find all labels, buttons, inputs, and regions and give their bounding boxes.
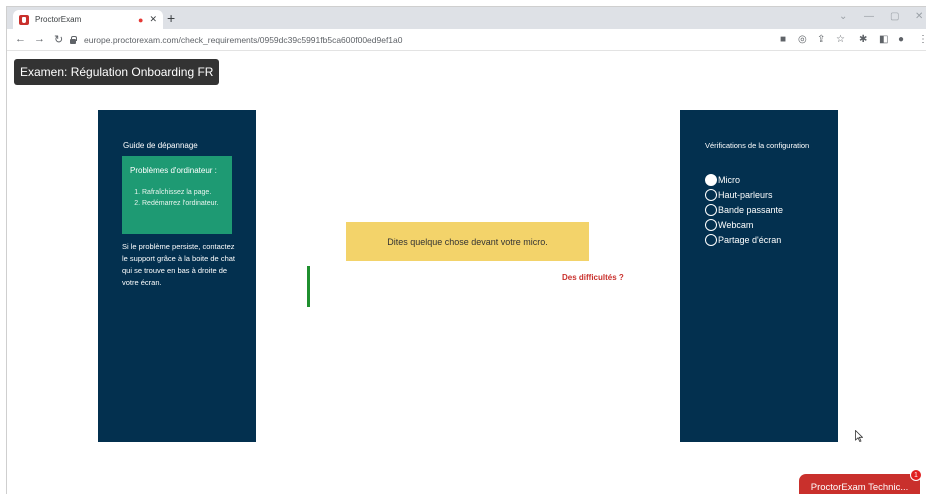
bookmark-star-icon[interactable]: ☆ <box>836 34 845 46</box>
recording-dot-icon: ● <box>138 14 144 25</box>
check-item-speakers[interactable]: Haut-parleurs <box>705 187 783 202</box>
check-item-webcam[interactable]: Webcam <box>705 217 783 232</box>
support-paragraph: Si le problème persiste, contactez le su… <box>122 242 235 287</box>
lock-icon <box>69 36 77 44</box>
extensions-icon[interactable]: ✱ <box>859 34 867 46</box>
config-checks-panel: Vérifications de la configuration Micro … <box>680 110 838 442</box>
maximize-icon[interactable]: ▢ <box>890 11 899 22</box>
mouse-cursor-icon <box>855 430 863 442</box>
check-label: Haut-parleurs <box>718 189 773 200</box>
browser-window: ProctorExam ● ✕ + ⌄ — ▢ ✕ ← → ↻ europe.p… <box>6 6 926 494</box>
proctorexam-favicon-icon <box>19 14 29 25</box>
checks-title: Vérifications de la configuration <box>705 141 810 150</box>
page-content: Examen: Régulation Onboarding FR Guide d… <box>7 51 926 494</box>
check-label: Partage d'écran <box>718 234 782 245</box>
forward-icon[interactable]: → <box>34 33 45 45</box>
radio-empty-icon <box>705 233 717 246</box>
side-panel-icon[interactable]: ◧ <box>879 34 888 46</box>
radio-empty-icon <box>705 218 717 231</box>
mic-level-bar <box>307 266 310 307</box>
browser-tab[interactable]: ProctorExam ● ✕ <box>13 10 163 29</box>
tab-title: ProctorExam <box>35 15 82 24</box>
address-bar[interactable]: europe.proctorexam.com/check_requirement… <box>69 31 775 49</box>
radio-empty-icon <box>705 188 717 201</box>
mic-prompt-box: Dites quelque chose devant votre micro. <box>346 222 589 261</box>
mic-prompt-text: Dites quelque chose devant votre micro. <box>387 236 548 247</box>
difficulties-link[interactable]: Des difficultés ? <box>562 273 624 282</box>
reload-icon[interactable]: ↻ <box>54 33 63 46</box>
check-label: Bande passante <box>718 204 784 215</box>
guide-title: Guide de dépannage <box>123 141 198 150</box>
minimize-icon[interactable]: — <box>864 11 874 22</box>
check-label: Micro <box>718 174 740 185</box>
check-item-bandwidth[interactable]: Bande passante <box>705 202 783 217</box>
url-text: europe.proctorexam.com/check_requirement… <box>84 35 403 45</box>
troubleshoot-step: Redémarrez l'ordinateur. <box>142 198 224 209</box>
close-tab-icon[interactable]: ✕ <box>149 14 157 25</box>
support-chat-button[interactable]: ProctorExam Technic... <box>799 474 920 494</box>
check-item-micro[interactable]: Micro <box>705 172 783 187</box>
new-tab-button[interactable]: + <box>167 10 175 26</box>
radio-checked-icon <box>705 173 717 186</box>
troubleshoot-steps: Rafraîchissez la page. Redémarrez l'ordi… <box>130 187 224 209</box>
chat-notification-badge: 1 <box>910 469 922 481</box>
computer-problems-box: Problèmes d'ordinateur : Rafraîchissez l… <box>122 156 232 234</box>
profile-icon[interactable]: ● <box>898 34 904 46</box>
check-label: Webcam <box>718 219 754 230</box>
chat-button-label: ProctorExam Technic... <box>810 481 909 493</box>
tab-search-icon[interactable]: ⌄ <box>839 11 847 22</box>
radio-empty-icon <box>705 203 717 216</box>
browser-toolbar: ← → ↻ europe.proctorexam.com/check_requi… <box>7 29 926 51</box>
eye-slash-icon[interactable]: ◎ <box>798 34 807 46</box>
check-item-screen-share[interactable]: Partage d'écran <box>705 232 783 247</box>
exam-title: Examen: Régulation Onboarding FR <box>14 59 220 85</box>
close-window-icon[interactable]: ✕ <box>915 11 923 22</box>
camera-indicator-icon[interactable]: ■ <box>780 34 786 46</box>
share-icon[interactable]: ⇪ <box>817 34 825 46</box>
computer-problems-title: Problèmes d'ordinateur : <box>130 166 217 175</box>
troubleshooting-panel: Guide de dépannage Problèmes d'ordinateu… <box>98 110 256 442</box>
tab-strip: ProctorExam ● ✕ + ⌄ — ▢ ✕ <box>7 7 926 29</box>
menu-icon[interactable]: ⋮ <box>918 34 926 46</box>
checks-list: Micro Haut-parleurs Bande passante Webca… <box>705 172 783 247</box>
troubleshoot-step: Rafraîchissez la page. <box>142 187 224 198</box>
back-icon[interactable]: ← <box>15 33 26 45</box>
